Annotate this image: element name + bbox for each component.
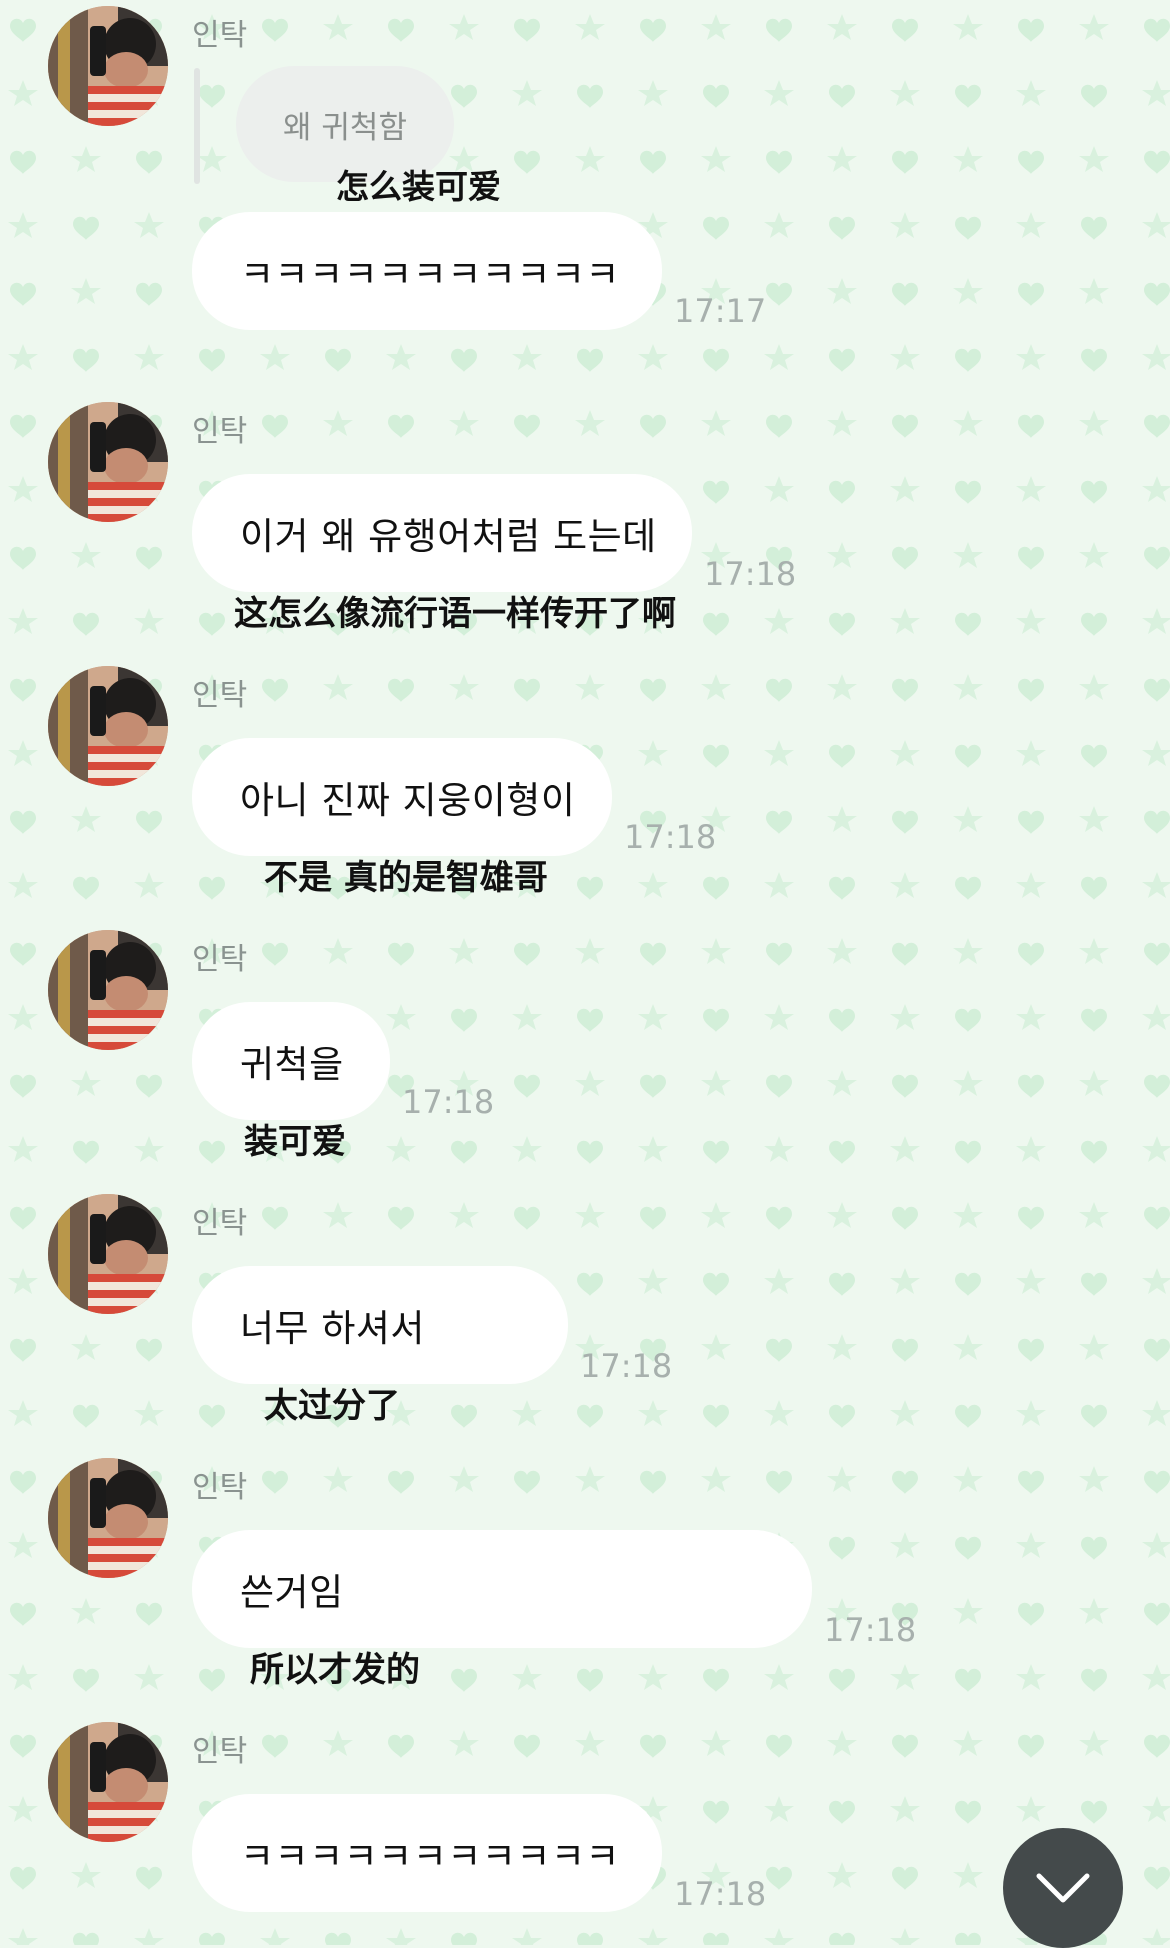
avatar[interactable] (48, 6, 168, 126)
message-time: 17:18 (674, 1875, 767, 1913)
sender-name: 인탁 (192, 1206, 248, 1241)
sender-name: 인탁 (192, 942, 248, 977)
message-bubble[interactable]: 귀척을 (192, 1002, 390, 1120)
avatar[interactable] (48, 1458, 168, 1578)
sender-name: 인탁 (192, 1470, 248, 1505)
quote-translation: 怎么装可爱 (336, 167, 501, 206)
message-time: 17:18 (402, 1083, 495, 1121)
message-time: 17:18 (824, 1611, 917, 1649)
avatar[interactable] (48, 402, 168, 522)
message-time: 17:18 (624, 818, 717, 856)
message-translation: 所以才发的 (250, 1650, 420, 1690)
sender-name: 인탁 (192, 678, 248, 713)
message-bubble[interactable]: 이거 왜 유행어처럼 도는데 (192, 474, 692, 592)
message-translation: 这怎么像流行语一样传开了啊 (234, 594, 676, 634)
scroll-to-bottom-button[interactable] (1003, 1828, 1123, 1948)
message-bubble[interactable]: ㅋㅋㅋㅋㅋㅋㅋㅋㅋㅋㅋ (192, 1794, 662, 1912)
sender-name: 인탁 (192, 18, 248, 53)
message-translation: 装可爱 (244, 1122, 346, 1162)
message-translation: 不是 真的是智雄哥 (264, 858, 548, 898)
message-bubble[interactable]: 너무 하셔서 (192, 1266, 568, 1384)
avatar[interactable] (48, 666, 168, 786)
message-time: 17:18 (580, 1347, 673, 1385)
avatar[interactable] (48, 1722, 168, 1842)
message-time: 17:18 (704, 555, 797, 593)
message-bubble[interactable]: ㅋㅋㅋㅋㅋㅋㅋㅋㅋㅋㅋ (192, 212, 662, 330)
reply-quote-bar (194, 68, 200, 184)
message-bubble[interactable]: 쓴거임 (192, 1530, 812, 1648)
message-translation: 太过分了 (264, 1386, 400, 1426)
avatar[interactable] (48, 1194, 168, 1314)
message-bubble[interactable]: 아니 진짜 지웅이형이 (192, 738, 612, 856)
chevron-down-icon (1036, 1873, 1090, 1903)
avatar[interactable] (48, 930, 168, 1050)
sender-name: 인탁 (192, 1734, 248, 1769)
message-time: 17:17 (674, 292, 767, 330)
sender-name: 인탁 (192, 414, 248, 449)
